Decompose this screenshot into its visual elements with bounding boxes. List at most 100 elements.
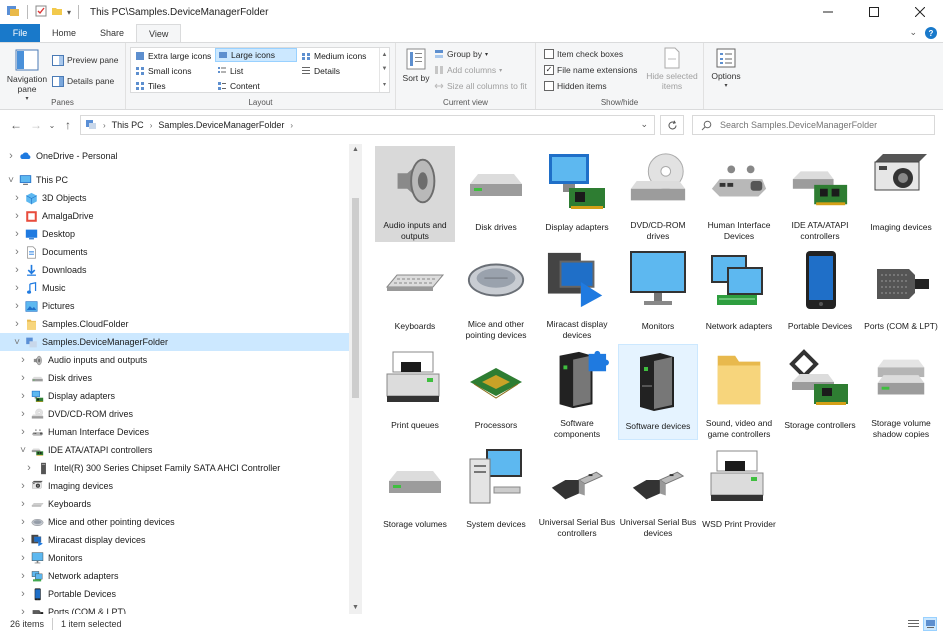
scroll-up-arrow[interactable]: ▲ — [349, 144, 362, 156]
item-human-interface-devices[interactable]: Human Interface Devices — [699, 146, 779, 242]
tab-view[interactable]: View — [136, 24, 182, 43]
item-dvd-cd-rom-drives[interactable]: DVD/CD-ROM drives — [618, 146, 698, 242]
layout-large-icons[interactable]: Large icons — [215, 48, 297, 62]
chevron-right-icon[interactable]: › — [12, 318, 22, 330]
tree-item-pictures[interactable]: › Pictures — [0, 297, 74, 315]
search-box[interactable] — [692, 115, 935, 135]
item-network-adapters[interactable]: Network adapters — [699, 245, 779, 341]
refresh-button[interactable] — [660, 115, 684, 135]
hide-selected-items-button[interactable]: Hide selected items — [644, 47, 700, 91]
details-pane-button[interactable]: Details pane — [52, 74, 114, 88]
details-view-toggle[interactable] — [906, 617, 920, 631]
chevron-right-icon[interactable]: › — [18, 354, 28, 366]
item-keyboards[interactable]: Keyboards — [375, 245, 455, 341]
tree-item-samples-cloudfolder[interactable]: › Samples.CloudFolder — [0, 315, 128, 333]
ribbon-collapse-icon[interactable]: ⌄ — [909, 27, 917, 38]
chevron-right-icon[interactable]: › — [6, 150, 16, 162]
tree-item-samples-devicemanagerfolder[interactable]: ˅ Samples.DeviceManagerFolder — [0, 333, 349, 351]
tree-item-amalgadrive[interactable]: › AmalgaDrive — [0, 207, 93, 225]
quick-access-dropdown-icon[interactable]: ▾ — [67, 8, 71, 17]
app-icon[interactable] — [6, 4, 20, 20]
chevron-down-icon[interactable]: ˅ — [12, 337, 22, 348]
item-imaging-devices[interactable]: Imaging devices — [861, 146, 941, 242]
minimize-button[interactable] — [805, 0, 851, 24]
item-display-adapters[interactable]: Display adapters — [537, 146, 617, 242]
item-storage-volumes[interactable]: Storage volumes — [375, 443, 455, 539]
help-icon[interactable]: ? — [925, 27, 937, 39]
maximize-button[interactable] — [851, 0, 897, 24]
chevron-right-icon[interactable]: › — [18, 606, 28, 614]
item-ports-com-lpt[interactable]: Ports (COM & LPT) — [861, 245, 941, 341]
item-mice-and-other-pointing-devices[interactable]: Mice and other pointing devices — [456, 245, 536, 341]
size-all-columns-button[interactable]: Size all columns to fit — [434, 79, 527, 93]
crumb-separator[interactable]: › — [150, 121, 153, 130]
item-software-devices[interactable]: Software devices — [618, 344, 698, 440]
gallery-expand-icon[interactable]: ▾ — [383, 81, 386, 88]
hidden-items-checkbox[interactable] — [544, 81, 554, 91]
tree-item-intel-r-300-series-chipset-family-sata-ahci-controller[interactable]: › Intel(R) 300 Series Chipset Family SATA… — [0, 459, 280, 477]
item-universal-serial-bus-controllers[interactable]: Universal Serial Bus controllers — [537, 443, 617, 539]
tree-item-mice-and-other-pointing-devices[interactable]: › Mice and other pointing devices — [0, 513, 174, 531]
crumb-separator[interactable]: › — [290, 121, 293, 130]
navigation-pane-scrollbar[interactable]: ▲ ▼ — [349, 144, 362, 614]
chevron-right-icon[interactable]: › — [18, 408, 28, 420]
chevron-right-icon[interactable]: › — [12, 228, 22, 240]
tree-item-this-pc[interactable]: ˅ This PC — [0, 171, 68, 189]
item-check-boxes-toggle[interactable]: Item check boxes — [544, 47, 623, 61]
chevron-right-icon[interactable]: › — [12, 264, 22, 276]
item-miracast-display-devices[interactable]: Miracast display devices — [537, 245, 617, 341]
address-bar[interactable]: › This PC › Samples.DeviceManagerFolder … — [80, 115, 655, 135]
tree-item-documents[interactable]: › Documents — [0, 243, 87, 261]
layout-tiles[interactable]: Tiles — [133, 79, 168, 93]
tree-item-3d-objects[interactable]: › 3D Objects — [0, 189, 86, 207]
chevron-right-icon[interactable]: › — [18, 372, 28, 384]
add-columns-button[interactable]: Add columns ▾ — [434, 63, 502, 77]
preview-pane-button[interactable]: Preview pane — [52, 53, 119, 67]
chevron-right-icon[interactable]: › — [18, 426, 28, 438]
scroll-up-icon[interactable]: ▲ — [382, 52, 388, 58]
forward-button[interactable]: → — [28, 117, 44, 133]
chevron-right-icon[interactable]: › — [18, 534, 28, 546]
sort-by-button[interactable]: Sort by — [402, 47, 430, 83]
chevron-right-icon[interactable]: › — [18, 516, 28, 528]
tab-share[interactable]: Share — [88, 24, 136, 42]
tree-item-imaging-devices[interactable]: › Imaging devices — [0, 477, 113, 495]
tree-item-dvd-cd-rom-drives[interactable]: › DVD/CD-ROM drives — [0, 405, 133, 423]
tree-item-ports-com-lpt[interactable]: › Ports (COM & LPT) — [0, 603, 126, 614]
item-universal-serial-bus-devices[interactable]: Universal Serial Bus devices — [618, 443, 698, 539]
options-button[interactable]: Options ▾ — [708, 47, 744, 91]
tree-item-network-adapters[interactable]: › Network adapters — [0, 567, 118, 585]
back-button[interactable]: ← — [8, 117, 24, 133]
tree-item-disk-drives[interactable]: › Disk drives — [0, 369, 92, 387]
chevron-right-icon[interactable]: › — [18, 570, 28, 582]
up-button[interactable]: ↑ — [60, 117, 76, 133]
item-portable-devices[interactable]: Portable Devices — [780, 245, 860, 341]
scroll-thumb[interactable] — [352, 198, 359, 398]
item-check-boxes-checkbox[interactable] — [544, 49, 554, 59]
item-storage-controllers[interactable]: Storage controllers — [780, 344, 860, 440]
layout-content[interactable]: Content — [215, 79, 262, 93]
file-name-extensions-toggle[interactable]: ✓ File name extensions — [544, 63, 637, 77]
item-software-components[interactable]: Software components — [537, 344, 617, 440]
layout-gallery-scroll[interactable]: ▲ ▼ ▾ — [379, 48, 389, 92]
layout-list[interactable]: List — [215, 64, 245, 78]
chevron-right-icon[interactable]: › — [18, 390, 28, 402]
tree-item-keyboards[interactable]: › Keyboards — [0, 495, 91, 513]
tree-item-display-adapters[interactable]: › Display adapters — [0, 387, 115, 405]
hidden-items-toggle[interactable]: Hidden items — [544, 79, 607, 93]
tree-item-monitors[interactable]: › Monitors — [0, 549, 83, 567]
layout-details[interactable]: Details — [299, 64, 342, 78]
tree-item-human-interface-devices[interactable]: › Human Interface Devices — [0, 423, 149, 441]
item-disk-drives[interactable]: Disk drives — [456, 146, 536, 242]
search-input[interactable] — [720, 120, 920, 130]
item-system-devices[interactable]: System devices — [456, 443, 536, 539]
chevron-right-icon[interactable]: › — [12, 300, 22, 312]
layout-medium-icons[interactable]: Medium icons — [299, 49, 368, 63]
tree-item-ide-ata-atapi-controllers[interactable]: ˅ IDE ATA/ATAPI controllers — [0, 441, 152, 459]
navigation-pane-button[interactable]: Navigation pane ▾ — [4, 49, 50, 104]
scroll-down-icon[interactable]: ▼ — [382, 66, 388, 72]
chevron-right-icon[interactable]: › — [12, 246, 22, 258]
new-folder-quick-icon[interactable] — [51, 5, 63, 19]
chevron-right-icon[interactable]: › — [18, 552, 28, 564]
chevron-right-icon[interactable]: › — [18, 588, 28, 600]
